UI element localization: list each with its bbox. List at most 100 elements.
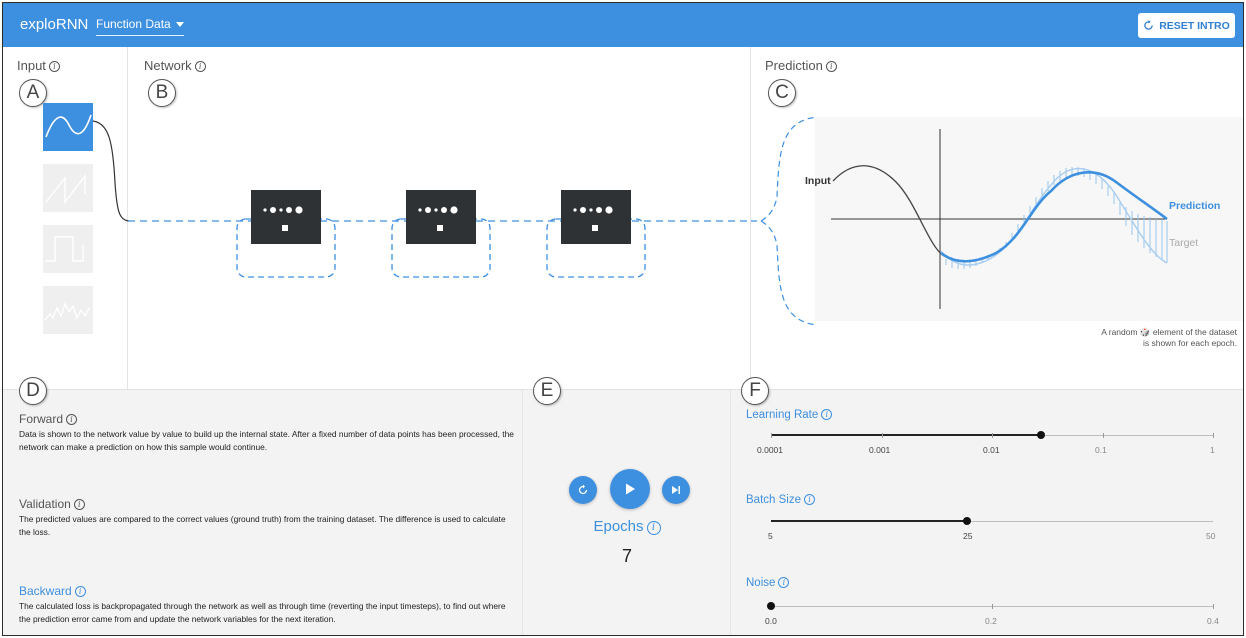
prediction-note: A random 🎲 element of the dataset is sho… <box>1101 327 1237 349</box>
app-title: exploRNN <box>20 16 89 33</box>
tick-label: 0.4 <box>1207 616 1219 626</box>
epochs-label-text: Epochs <box>593 518 644 535</box>
batch-size-knob[interactable] <box>963 517 972 525</box>
forward-title: Forward i <box>19 412 78 426</box>
play-button[interactable] <box>610 469 650 509</box>
slider-tick <box>1213 433 1214 438</box>
input-title-text: Input <box>17 58 46 73</box>
step-button[interactable] <box>662 476 690 504</box>
noise-title-text: Noise <box>746 577 776 589</box>
tick-label: 0.1 <box>1095 445 1107 455</box>
explanation-column: D Forward i Data is shown to the network … <box>3 377 523 635</box>
learning-rate-title-text: Learning Rate <box>746 409 819 421</box>
reset-training-button[interactable] <box>569 476 597 504</box>
forward-title-text: Forward <box>19 412 64 426</box>
dataset-dropdown-label: Function Data <box>96 17 171 31</box>
annotation-letter-f: F <box>741 377 769 405</box>
input-sine-wave[interactable] <box>43 103 93 151</box>
info-icon[interactable]: i <box>778 577 790 588</box>
restart-icon <box>1144 20 1154 30</box>
slider-tick <box>881 433 883 438</box>
neuron-layer-icon <box>573 206 613 231</box>
prediction-note-line-2: is shown for each epoch. <box>1142 338 1237 348</box>
input-panel-title: Input i <box>17 58 60 73</box>
tick-label: 50 <box>1206 531 1216 541</box>
tick-label: 1 <box>1210 445 1215 455</box>
batch-size-fill <box>771 520 968 522</box>
info-icon[interactable]: i <box>646 521 661 535</box>
learning-rate-fill <box>771 434 1041 436</box>
backward-description: The calculated loss is backpropagated th… <box>19 601 506 624</box>
input-noise-wave[interactable] <box>43 286 93 334</box>
neuron-layer-icon <box>418 206 458 231</box>
tick-label: 0.001 <box>869 445 891 455</box>
batch-size-slider[interactable] <box>771 517 1213 525</box>
backward-title: Backward i <box>19 584 86 598</box>
prediction-note-line-1: A random 🎲 element of the dataset <box>1101 327 1237 337</box>
play-icon <box>626 483 635 495</box>
network-panel: Network i B <box>128 47 751 389</box>
tick-label: 5 <box>768 531 773 541</box>
noise-knob[interactable] <box>767 602 775 610</box>
reset-intro-button[interactable]: RESET INTRO <box>1138 13 1235 38</box>
prediction-panel: Prediction i C Input Prediction Target A… <box>751 47 1243 389</box>
dataset-dropdown[interactable]: Function Data <box>96 17 184 36</box>
plot-label-prediction: Prediction <box>1169 200 1221 212</box>
sine-wave-icon <box>45 114 92 138</box>
top-bar: exploRNN Function Data RESET INTRO <box>3 3 1243 47</box>
learning-rate-slider[interactable] <box>771 431 1214 439</box>
noise-slider[interactable] <box>767 602 1214 610</box>
batch-size-title: Batch Size i <box>746 494 815 506</box>
slider-tick <box>992 433 993 438</box>
plot-label-input: Input <box>805 175 831 187</box>
learning-rate-knob[interactable] <box>1036 431 1045 439</box>
tick-label: 0.01 <box>983 445 1000 455</box>
tick-label: 0.0 <box>765 616 777 626</box>
validation-title: Validation i <box>19 497 85 511</box>
error-hatching <box>945 167 1168 269</box>
slider-tick <box>771 433 772 438</box>
sawtooth-wave-icon <box>45 173 86 205</box>
info-icon[interactable]: i <box>66 414 78 425</box>
epochs-label: Epochs i <box>523 518 731 535</box>
rnn-cell-3[interactable] <box>561 190 631 244</box>
annotation-letter-e: E <box>533 377 561 405</box>
input-panel: Input i A <box>3 47 130 389</box>
tick-label: 0.2 <box>985 616 997 626</box>
tick-label: 0.0001 <box>757 445 783 455</box>
info-icon[interactable]: i <box>74 586 86 597</box>
batch-size-title-text: Batch Size <box>746 494 801 506</box>
skip-next-icon <box>672 486 680 494</box>
noise-title: Noise i <box>746 577 790 589</box>
info-icon[interactable]: i <box>821 409 833 420</box>
neuron-layer-icon <box>263 206 303 231</box>
slider-tick <box>992 604 993 609</box>
app-frame: exploRNN Function Data RESET INTRO Input… <box>2 2 1244 636</box>
info-icon[interactable]: i <box>803 494 815 505</box>
info-icon[interactable]: i <box>73 499 85 510</box>
bottom-section: D Forward i Data is shown to the network … <box>3 377 1243 635</box>
info-icon[interactable]: i <box>48 61 60 72</box>
slider-tick <box>1213 604 1214 609</box>
hyperparameters-column: F Learning Rate i 0.0001 0.001 0.01 0.1 1… <box>731 377 1243 635</box>
epochs-value: 7 <box>621 546 632 566</box>
training-controls: E Epochs i 7 <box>523 377 731 635</box>
validation-description: The predicted values are compared to the… <box>19 514 506 537</box>
restart-icon <box>578 484 588 495</box>
rnn-cell-2[interactable] <box>406 190 476 244</box>
input-square-wave[interactable] <box>43 225 93 273</box>
forward-description: Data is shown to the network value by va… <box>19 429 514 452</box>
square-wave-icon <box>45 236 84 262</box>
noise-wave-icon <box>44 302 90 321</box>
tick-label: 25 <box>963 531 973 541</box>
learning-rate-title: Learning Rate i <box>746 409 833 421</box>
input-connector <box>92 120 130 222</box>
reset-intro-label: RESET INTRO <box>1159 19 1230 32</box>
slider-tick <box>1102 433 1104 438</box>
validation-title-text: Validation <box>19 497 71 511</box>
annotation-letter-d: D <box>19 377 47 405</box>
backward-title-text: Backward <box>19 584 72 598</box>
chevron-down-icon <box>175 22 184 28</box>
rnn-cell-1[interactable] <box>251 190 321 244</box>
input-sawtooth-wave[interactable] <box>43 164 93 212</box>
